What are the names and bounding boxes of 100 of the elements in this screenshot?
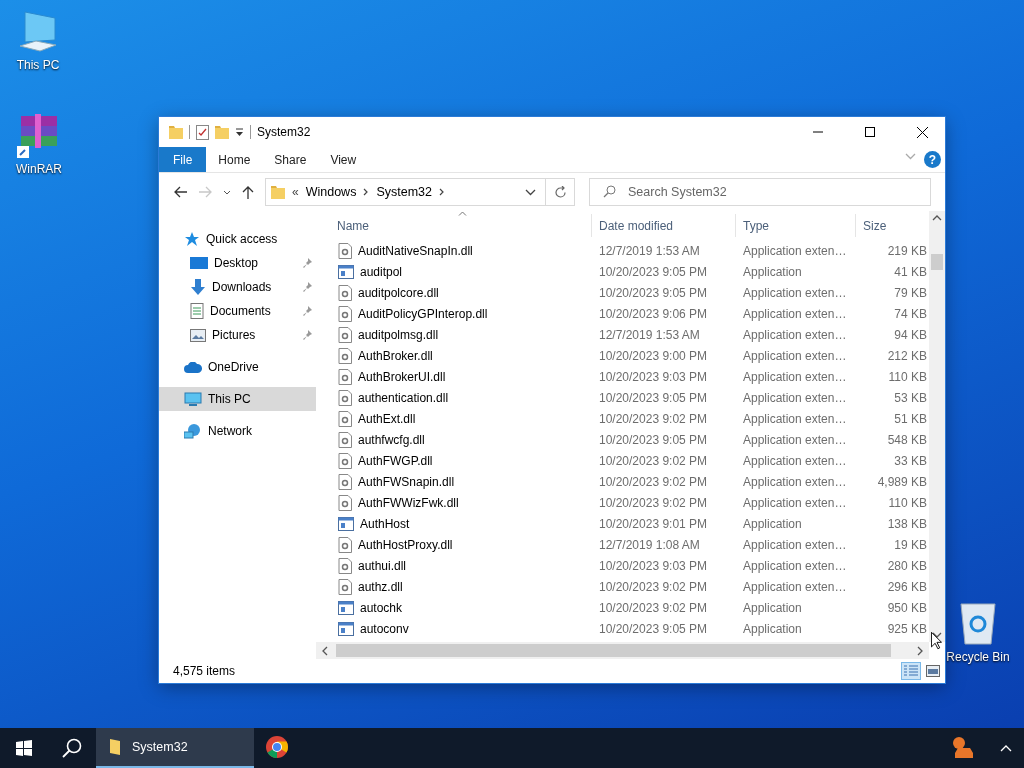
file-name-cell[interactable]: AuthBroker.dll xyxy=(330,347,592,364)
nav-item[interactable]: Downloads xyxy=(159,275,316,299)
nav-item[interactable]: Network xyxy=(159,419,316,443)
type-cell-text: Application exten… xyxy=(742,411,848,426)
type-cell-text: Application exten… xyxy=(742,537,848,552)
size-cell-text: 41 KB xyxy=(893,264,928,279)
date-cell-text: 10/20/2023 9:02 PM xyxy=(598,495,709,510)
desktop-icon xyxy=(190,256,208,270)
date-cell-text: 10/20/2023 9:05 PM xyxy=(598,621,709,636)
taskbar-item[interactable]: System32 xyxy=(96,728,254,768)
file-name-cell[interactable]: AuthHost xyxy=(330,516,592,531)
date-cell-text: 12/7/2019 1:08 AM xyxy=(598,537,701,552)
large-icons-view-button[interactable] xyxy=(923,662,943,680)
date-cell-text: 10/20/2023 9:05 PM xyxy=(598,285,709,300)
breadcrumb-overflow[interactable]: « xyxy=(292,185,299,199)
recycle-bin-icon xyxy=(959,600,997,646)
vertical-scrollbar[interactable] xyxy=(929,211,945,642)
sort-ascending-icon xyxy=(458,211,467,216)
size-cell-text: 280 KB xyxy=(886,558,928,573)
gear-file-icon xyxy=(338,578,352,595)
gear-file-icon xyxy=(338,431,352,448)
breadcrumb-chevron-icon xyxy=(363,188,370,196)
desktop-icon-label[interactable]: Recycle Bin xyxy=(946,650,1010,664)
column-header[interactable]: Date modified xyxy=(592,214,736,237)
size-cell-text: 51 KB xyxy=(893,411,928,426)
picture-icon xyxy=(190,328,206,342)
file-name-cell[interactable]: AuthBrokerUI.dll xyxy=(330,368,592,385)
file-name-cell[interactable]: AuditPolicyGPInterop.dll xyxy=(330,305,592,322)
breadcrumb-item[interactable]: System32 xyxy=(376,185,432,199)
breadcrumb-item[interactable]: Windows xyxy=(305,185,357,199)
column-header[interactable]: Type xyxy=(736,214,856,237)
ribbon-tab[interactable]: View xyxy=(318,147,369,172)
close-icon xyxy=(916,126,928,138)
scroll-up-icon[interactable] xyxy=(932,215,942,221)
large-picture-icon xyxy=(926,665,940,677)
file-name-cell[interactable]: auditpol xyxy=(330,264,592,279)
scroll-left-icon[interactable] xyxy=(322,645,328,656)
windows-logo-icon xyxy=(16,740,32,756)
date-cell-text: 10/20/2023 9:05 PM xyxy=(598,390,709,405)
type-cell-text: Application exten… xyxy=(742,369,848,384)
customize-dropdown-icon[interactable] xyxy=(235,127,244,137)
type-cell-text: Application exten… xyxy=(742,243,848,258)
search-field[interactable]: Search System32 xyxy=(589,178,931,206)
file-name-cell[interactable]: autochk xyxy=(330,600,592,615)
size-cell-text: 74 KB xyxy=(893,306,928,321)
file-name-cell[interactable]: AuditNativeSnapIn.dll xyxy=(330,242,592,259)
size-cell-text: 19 KB xyxy=(893,537,928,552)
nav-item[interactable]: Documents xyxy=(159,299,316,323)
nav-item[interactable]: Desktop xyxy=(159,251,316,275)
file-name-cell[interactable]: AuthFWWizFwk.dll xyxy=(330,494,592,511)
ribbon-tab[interactable]: File xyxy=(159,147,207,172)
scroll-right-icon[interactable] xyxy=(917,645,923,656)
date-cell-text: 10/20/2023 9:02 PM xyxy=(598,600,709,615)
up-arrow-icon xyxy=(242,185,254,199)
type-cell-text: Application exten… xyxy=(742,495,848,510)
cloud-icon xyxy=(184,361,202,373)
address-bar[interactable]: « Windows System32 xyxy=(265,178,575,206)
type-cell-text: Application exten… xyxy=(742,285,848,300)
column-header[interactable]: Name xyxy=(330,214,592,237)
scroll-thumb[interactable] xyxy=(336,644,891,657)
file-name-cell[interactable]: authentication.dll xyxy=(330,389,592,406)
file-name-cell[interactable]: AuthHostProxy.dll xyxy=(330,536,592,553)
expand-ribbon-icon[interactable] xyxy=(905,153,916,160)
nav-item[interactable]: Pictures xyxy=(159,323,316,347)
file-name-cell[interactable]: authfwcfg.dll xyxy=(330,431,592,448)
file-name-cell[interactable]: AuthFWSnapin.dll xyxy=(330,473,592,490)
desktop-icon-label[interactable]: WinRAR xyxy=(16,162,62,176)
file-name-cell[interactable]: authz.dll xyxy=(330,578,592,595)
application-window-icon xyxy=(338,600,354,615)
type-cell-text: Application exten… xyxy=(742,348,848,363)
forward-arrow-icon xyxy=(199,186,213,198)
file-name-cell[interactable]: authui.dll xyxy=(330,557,592,574)
nav-item[interactable]: OneDrive xyxy=(159,355,316,379)
nav-item[interactable]: Quick access xyxy=(159,227,316,251)
file-name-cell[interactable]: auditpolmsg.dll xyxy=(330,326,592,343)
date-cell-text: 10/20/2023 9:05 PM xyxy=(598,264,709,279)
column-header[interactable]: Size xyxy=(856,214,929,237)
file-name-cell[interactable]: auditpolcore.dll xyxy=(330,284,592,301)
ribbon-tab[interactable]: Home xyxy=(206,147,263,172)
file-name-cell[interactable]: AuthFWGP.dll xyxy=(330,452,592,469)
file-name-cell[interactable]: AuthExt.dll xyxy=(330,410,592,427)
date-cell-text: 10/20/2023 9:05 PM xyxy=(598,432,709,447)
ribbon-tab[interactable]: Share xyxy=(262,147,319,172)
date-cell-text: 10/20/2023 9:03 PM xyxy=(598,558,709,573)
desktop-icon-label[interactable]: This PC xyxy=(16,58,60,72)
window-title: System32 xyxy=(257,125,312,139)
nav-item[interactable]: This PC xyxy=(159,387,316,411)
search-icon xyxy=(62,738,82,758)
horizontal-scrollbar[interactable] xyxy=(316,642,929,659)
help-button[interactable]: ? xyxy=(924,151,941,168)
properties-checklist-icon[interactable] xyxy=(196,124,209,140)
date-cell-text: 10/20/2023 9:02 PM xyxy=(598,474,709,489)
computer-icon xyxy=(17,10,59,54)
application-window-icon xyxy=(338,264,354,279)
file-name-cell[interactable]: autoconv xyxy=(330,621,592,636)
gear-file-icon xyxy=(338,452,352,469)
size-cell-text: 4,989 KB xyxy=(876,474,928,489)
size-cell-text: 548 KB xyxy=(886,432,928,447)
scroll-thumb[interactable] xyxy=(931,254,943,270)
type-cell-text: Application exten… xyxy=(742,390,848,405)
